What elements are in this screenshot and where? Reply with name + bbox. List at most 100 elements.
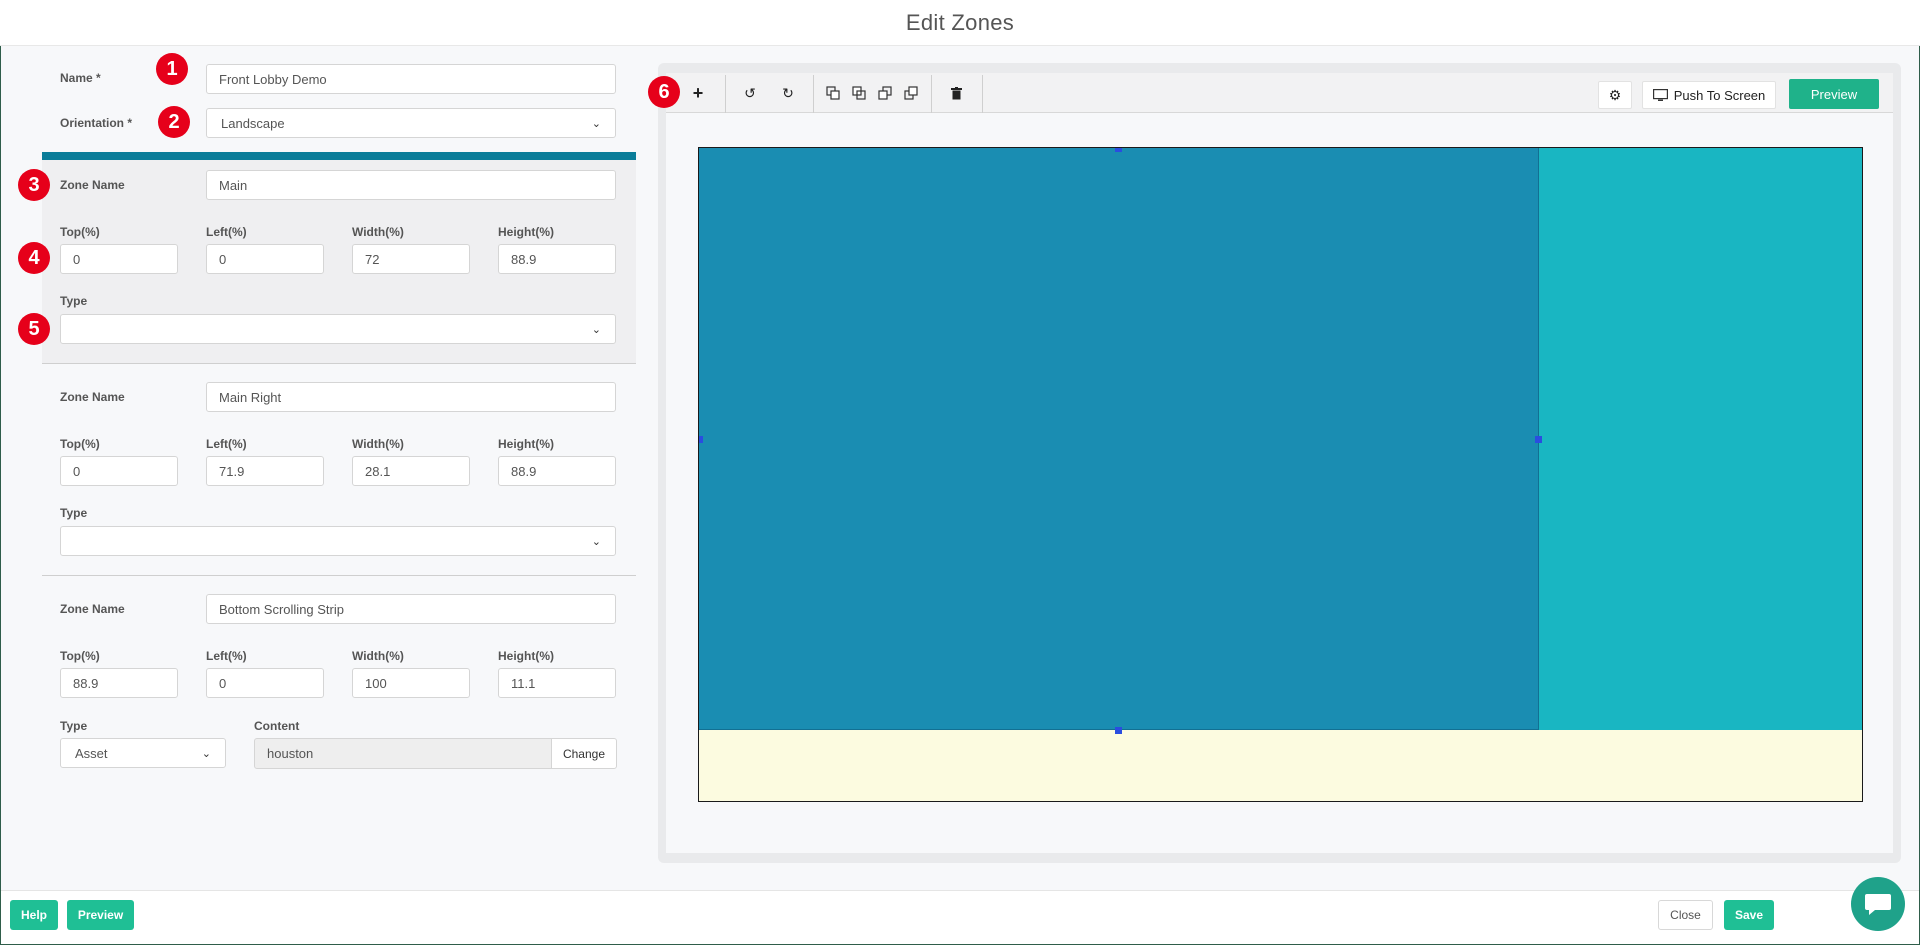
chevron-down-icon: ⌄: [201, 747, 211, 760]
add-zone-button[interactable]: +: [680, 73, 716, 113]
zone2-height-input[interactable]: 88.9: [498, 456, 616, 486]
zone3-type-select[interactable]: Asset ⌄: [60, 738, 226, 768]
close-button[interactable]: Close: [1658, 900, 1713, 930]
zone3-type-value: Asset: [75, 745, 108, 761]
chat-icon: [1865, 894, 1891, 915]
bring-forward-icon: [852, 86, 866, 100]
zone2-top-label: Top(%): [60, 437, 100, 451]
step-badge-3: 3: [18, 169, 50, 201]
zone2-name-label: Zone Name: [60, 390, 125, 404]
orientation-value: Landscape: [221, 115, 285, 131]
send-to-back-button[interactable]: [898, 73, 924, 113]
push-to-screen-label: Push To Screen: [1673, 87, 1766, 103]
toolbar-separator: [931, 75, 932, 113]
step-badge-5: 5: [18, 313, 50, 345]
toolbar-separator: [813, 75, 814, 113]
resize-handle-top[interactable]: [1115, 148, 1122, 152]
send-backward-icon: [878, 86, 892, 100]
zone2-left-input[interactable]: 71.9: [206, 456, 324, 486]
zone2-height-label: Height(%): [498, 437, 554, 451]
toolbar-separator: [982, 75, 983, 113]
send-backward-button[interactable]: [872, 73, 898, 113]
zone2-top-input[interactable]: 0: [60, 456, 178, 486]
name-input[interactable]: Front Lobby Demo: [206, 64, 616, 94]
zone1-name-label: Zone Name: [60, 178, 125, 192]
zone2-type-label: Type: [60, 506, 88, 520]
name-label: Name *: [60, 71, 101, 85]
zone2-width-input[interactable]: 28.1: [352, 456, 470, 486]
orientation-select[interactable]: Landscape ⌄: [206, 108, 616, 138]
zone-main-right-area[interactable]: [1539, 148, 1862, 730]
zone3-height-label: Height(%): [498, 649, 554, 663]
zone3-left-label: Left(%): [206, 649, 247, 663]
resize-handle-right[interactable]: [1535, 436, 1542, 443]
monitor-icon: [1652, 88, 1668, 101]
push-to-screen-button[interactable]: Push To Screen: [1642, 81, 1776, 109]
zone3-content-label: Content: [254, 719, 300, 733]
resize-handle-left[interactable]: [699, 436, 703, 443]
zone3-height-input[interactable]: 11.1: [498, 668, 616, 698]
active-zone-indicator: [42, 152, 636, 160]
redo-button[interactable]: ↻: [770, 73, 806, 113]
header: Edit Zones: [0, 0, 1920, 46]
toolbar-separator: [725, 75, 726, 113]
bring-forward-button[interactable]: [846, 73, 872, 113]
zone-main-area[interactable]: [699, 148, 1539, 730]
step-badge-6: 6: [648, 76, 680, 108]
zone3-top-label: Top(%): [60, 649, 100, 663]
zone1-width-label: Width(%): [352, 225, 404, 239]
page-title: Edit Zones: [905, 9, 1015, 35]
step-badge-2: 2: [158, 106, 190, 138]
zone3-width-label: Width(%): [352, 649, 404, 663]
zone1-height-label: Height(%): [498, 225, 554, 239]
gear-icon: ⚙: [1608, 86, 1622, 103]
zone3-type-label: Type: [60, 719, 88, 733]
undo-button[interactable]: ↺: [732, 73, 768, 113]
plus-icon: +: [692, 82, 704, 103]
settings-button[interactable]: ⚙: [1598, 81, 1632, 109]
step-badge-1: 1: [156, 53, 188, 85]
redo-icon: ↻: [782, 84, 794, 101]
chevron-down-icon: ⌄: [591, 323, 601, 336]
zone3-content-field: houston: [254, 738, 552, 769]
zone-divider: [42, 363, 636, 364]
toolbar-preview-button[interactable]: Preview: [1789, 79, 1879, 109]
editor-toolbar: + ↺ ↻ ⚙ Push To Screen Preview: [666, 73, 1893, 113]
footer-preview-button[interactable]: Preview: [67, 900, 134, 930]
zone3-left-input[interactable]: 0: [206, 668, 324, 698]
help-button[interactable]: Help: [10, 900, 58, 930]
zone1-type-select[interactable]: ⌄: [60, 314, 616, 344]
delete-zone-button[interactable]: [938, 73, 974, 113]
chevron-down-icon: ⌄: [591, 117, 601, 130]
zone2-left-label: Left(%): [206, 437, 247, 451]
zone-divider: [42, 575, 636, 576]
zone1-height-input[interactable]: 88.9: [498, 244, 616, 274]
chat-widget-button[interactable]: [1851, 877, 1905, 931]
save-button[interactable]: Save: [1724, 900, 1774, 930]
zone3-name-input[interactable]: Bottom Scrolling Strip: [206, 594, 616, 624]
zone1-left-label: Left(%): [206, 225, 247, 239]
bring-to-front-icon: [826, 86, 840, 100]
zone1-top-input[interactable]: 0: [60, 244, 178, 274]
zone1-width-input[interactable]: 72: [352, 244, 470, 274]
zone1-left-input[interactable]: 0: [206, 244, 324, 274]
step-badge-4: 4: [18, 242, 50, 274]
bring-to-front-button[interactable]: [820, 73, 846, 113]
zone1-name-input[interactable]: Main: [206, 170, 616, 200]
zone3-width-input[interactable]: 100: [352, 668, 470, 698]
zone2-width-label: Width(%): [352, 437, 404, 451]
zone3-name-label: Zone Name: [60, 602, 125, 616]
zone-bottom-strip-area[interactable]: [699, 730, 1862, 801]
change-content-button[interactable]: Change: [551, 738, 617, 769]
chevron-down-icon: ⌄: [591, 535, 601, 548]
zone1-type-label: Type: [60, 294, 88, 308]
zone2-type-select[interactable]: ⌄: [60, 526, 616, 556]
screen-layout-preview: [698, 147, 1863, 802]
resize-handle-bottom[interactable]: [1115, 727, 1122, 734]
zone1-top-label: Top(%): [60, 225, 100, 239]
zone3-top-input[interactable]: 88.9: [60, 668, 178, 698]
zone2-name-input[interactable]: Main Right: [206, 382, 616, 412]
orientation-label: Orientation *: [60, 116, 133, 130]
trash-icon: [950, 86, 962, 99]
send-to-back-icon: [904, 86, 918, 100]
